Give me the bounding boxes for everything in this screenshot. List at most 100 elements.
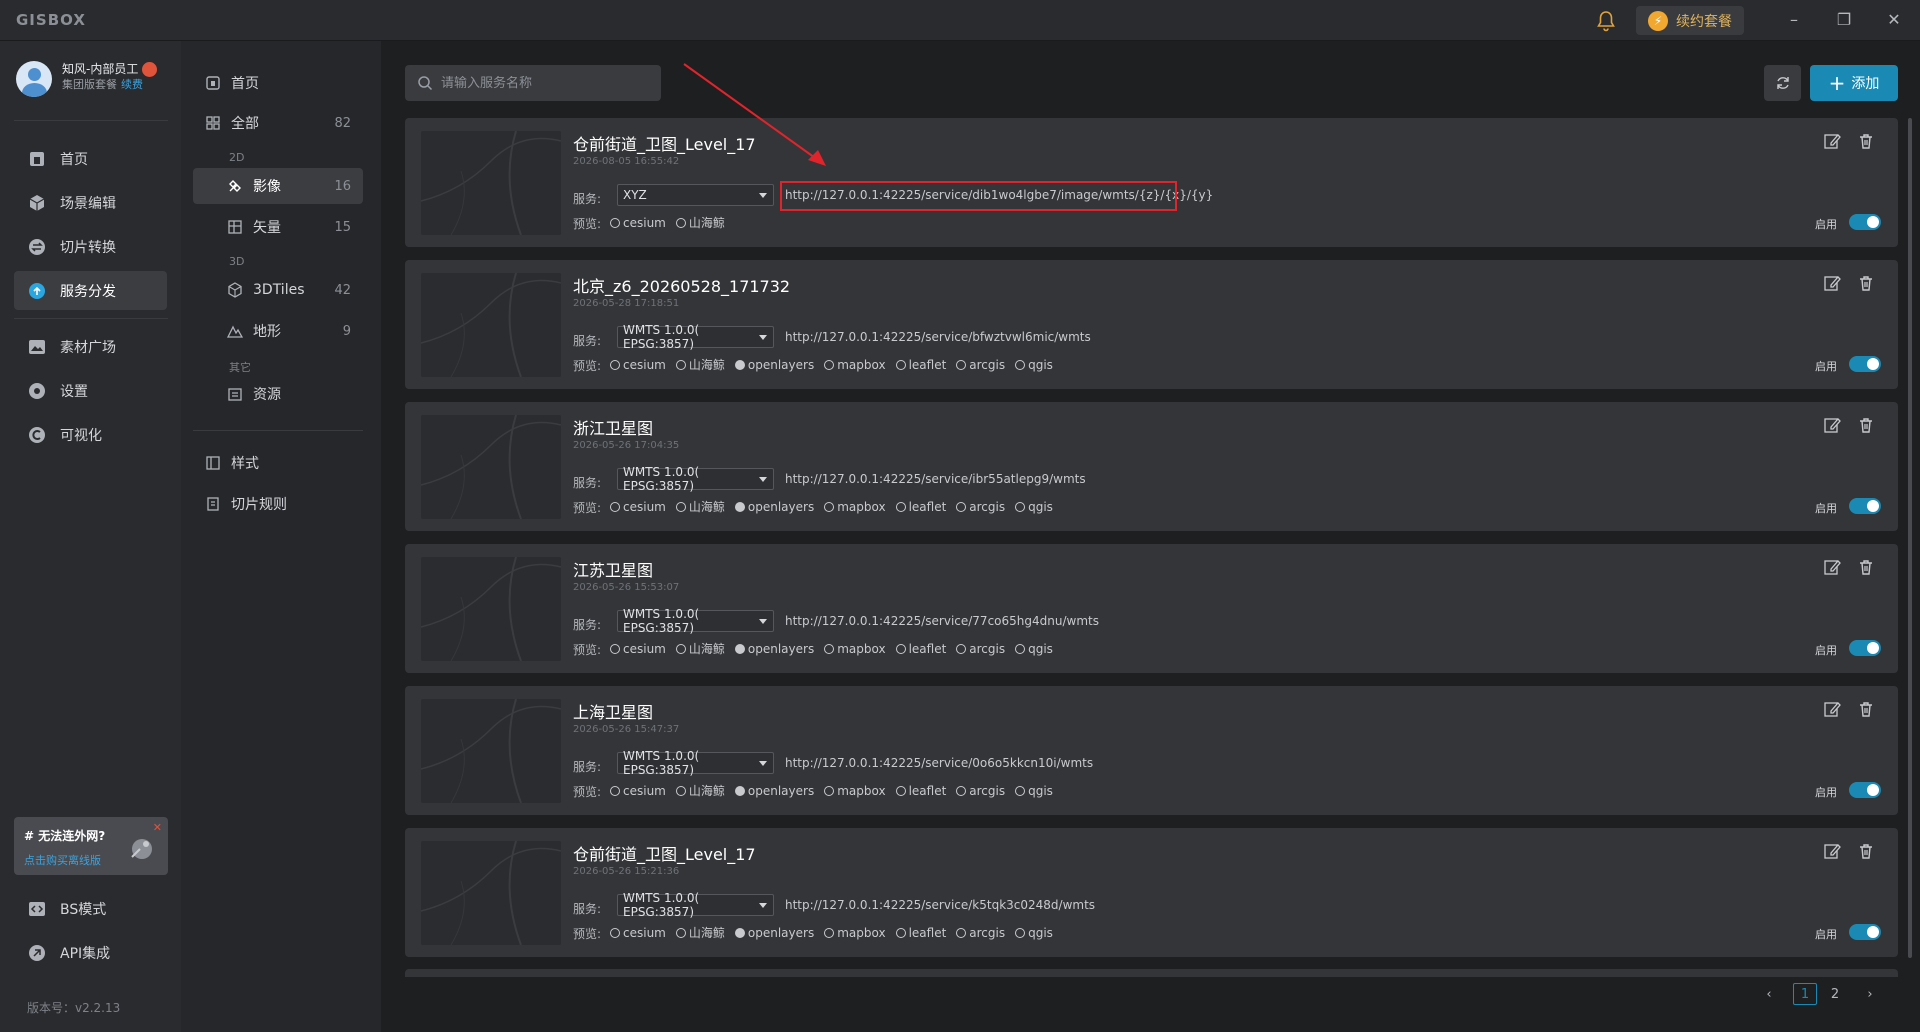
edit-icon[interactable] — [1823, 416, 1841, 434]
pagination-prev[interactable]: ‹ — [1757, 983, 1781, 1005]
preview-link-mapbox[interactable]: mapbox — [824, 924, 886, 941]
preview-link-qgis[interactable]: qgis — [1015, 640, 1053, 657]
avatar[interactable] — [16, 61, 52, 97]
pagination-next[interactable]: › — [1858, 983, 1882, 1005]
preview-link-leaflet[interactable]: leaflet — [895, 640, 946, 657]
enable-toggle[interactable] — [1849, 640, 1881, 656]
service-card[interactable]: 江苏卫星图 2026-05-26 15:53:07 服务: WMTS 1.0.0( E… — [405, 544, 1898, 673]
preview-link-shanhaijing[interactable]: 山海鲸 — [675, 924, 725, 941]
edit-icon[interactable] — [1823, 558, 1841, 576]
preview-link-arcgis[interactable]: arcgis — [956, 498, 1005, 515]
delete-icon[interactable] — [1857, 132, 1875, 150]
service-thumbnail[interactable] — [421, 131, 561, 235]
enable-toggle[interactable] — [1849, 782, 1881, 798]
service-type-select[interactable]: WMTS 1.0.0( EPSG:3857) — [617, 749, 774, 777]
category-resource[interactable]: 资源 — [193, 376, 363, 412]
service-type-select[interactable]: WMTS 1.0.0( EPSG:3857) — [617, 891, 774, 919]
preview-link-shanhaijing[interactable]: 山海鲸 — [675, 498, 725, 515]
renew-package-button[interactable]: ⚡ 续约套餐 — [1636, 6, 1744, 35]
category-style[interactable]: 样式 — [193, 445, 363, 481]
service-card[interactable]: 浙江卫星图 2026-05-26 17:04:35 服务: WMTS 1.0.0( E… — [405, 402, 1898, 531]
service-url[interactable]: http://127.0.0.1:42225/service/77co65hg4… — [785, 614, 1099, 628]
close-icon[interactable]: ✕ — [1882, 8, 1906, 32]
nav-item-service-publish[interactable]: 服务分发 — [14, 271, 167, 310]
service-card[interactable]: 上海卫星图 2026-05-26 15:47:37 服务: WMTS 1.0.0( E… — [405, 686, 1898, 815]
preview-link-shanhaijing[interactable]: 山海鲸 — [675, 782, 725, 799]
nav-item-home[interactable]: 首页 — [14, 139, 167, 178]
category-imagery[interactable]: 影像 16 — [193, 168, 363, 204]
preview-link-arcgis[interactable]: arcgis — [956, 782, 1005, 799]
service-type-select[interactable]: WMTS 1.0.0( EPSG:3857) — [617, 607, 774, 635]
add-service-button[interactable]: + 添加 — [1810, 65, 1898, 101]
pagination-page-1[interactable]: 1 — [1793, 983, 1817, 1005]
preview-link-shanhaijing[interactable]: 山海鲸 — [675, 214, 725, 231]
preview-link-shanhaijing[interactable]: 山海鲸 — [675, 356, 725, 373]
enable-toggle[interactable] — [1849, 498, 1881, 514]
edit-icon[interactable] — [1823, 274, 1841, 292]
service-thumbnail[interactable] — [421, 699, 561, 803]
preview-link-arcgis[interactable]: arcgis — [956, 924, 1005, 941]
enable-toggle[interactable] — [1849, 356, 1881, 372]
preview-link-mapbox[interactable]: mapbox — [824, 498, 886, 515]
preview-link-arcgis[interactable]: arcgis — [956, 356, 1005, 373]
enable-toggle[interactable] — [1849, 924, 1881, 940]
preview-link-mapbox[interactable]: mapbox — [824, 782, 886, 799]
nav-item-asset-square[interactable]: 素材广场 — [14, 327, 167, 366]
preview-link-qgis[interactable]: qgis — [1015, 782, 1053, 799]
preview-link-qgis[interactable]: qgis — [1015, 356, 1053, 373]
category-all[interactable]: 全部 82 — [193, 105, 363, 141]
service-url[interactable]: http://127.0.0.1:42225/service/ibr55atle… — [785, 472, 1086, 486]
preview-link-qgis[interactable]: qgis — [1015, 498, 1053, 515]
preview-link-cesium[interactable]: cesium — [610, 498, 666, 515]
delete-icon[interactable] — [1857, 274, 1875, 292]
renew-link[interactable]: 续费 — [121, 78, 143, 91]
delete-icon[interactable] — [1857, 416, 1875, 434]
preview-link-arcgis[interactable]: arcgis — [956, 640, 1005, 657]
minimize-icon[interactable]: – — [1782, 8, 1806, 32]
service-card[interactable]: 仓前街道_卫图_Level_17 2026-05-26 15:21:36 服务: WM… — [405, 828, 1898, 957]
preview-link-leaflet[interactable]: leaflet — [895, 782, 946, 799]
service-type-select[interactable]: XYZ — [617, 184, 774, 206]
search-box[interactable] — [405, 65, 661, 101]
category-home[interactable]: 首页 — [193, 65, 363, 101]
preview-link-qgis[interactable]: qgis — [1015, 924, 1053, 941]
preview-link-cesium[interactable]: cesium — [610, 356, 666, 373]
category-3dtiles[interactable]: 3DTiles 42 — [193, 272, 363, 308]
preview-link-openlayers[interactable]: openlayers — [734, 924, 814, 941]
preview-link-cesium[interactable]: cesium — [610, 924, 666, 941]
edit-icon[interactable] — [1823, 842, 1841, 860]
preview-link-mapbox[interactable]: mapbox — [824, 356, 886, 373]
user-profile[interactable]: 知风-内部员工 集团版套餐 续费 — [16, 61, 158, 97]
delete-icon[interactable] — [1857, 842, 1875, 860]
bell-icon[interactable] — [1594, 9, 1618, 33]
service-thumbnail[interactable] — [421, 841, 561, 945]
delete-icon[interactable] — [1857, 700, 1875, 718]
nav-item-scene-edit[interactable]: 场景编辑 — [14, 183, 167, 222]
preview-link-mapbox[interactable]: mapbox — [824, 640, 886, 657]
pagination-page-2[interactable]: 2 — [1823, 983, 1847, 1005]
offline-promo-card[interactable]: # 无法连外网? 点击购买离线版 ✕ — [14, 817, 168, 875]
restore-icon[interactable]: ❐ — [1832, 8, 1856, 32]
edit-icon[interactable] — [1823, 700, 1841, 718]
service-url[interactable]: http://127.0.0.1:42225/service/0o6o5kkcn… — [785, 756, 1093, 770]
preview-link-openlayers[interactable]: openlayers — [734, 782, 814, 799]
service-card[interactable]: 仓前街道_卫图_Level_17 2026-08-05 16:55:42 服务: XY… — [405, 118, 1898, 247]
delete-icon[interactable] — [1857, 558, 1875, 576]
service-type-select[interactable]: WMTS 1.0.0( EPSG:3857) — [617, 323, 774, 351]
preview-link-openlayers[interactable]: openlayers — [734, 640, 814, 657]
preview-link-shanhaijing[interactable]: 山海鲸 — [675, 640, 725, 657]
preview-link-openlayers[interactable]: openlayers — [734, 356, 814, 373]
nav-item-api[interactable]: API集成 — [14, 933, 167, 972]
preview-link-leaflet[interactable]: leaflet — [895, 924, 946, 941]
edit-icon[interactable] — [1823, 132, 1841, 150]
service-thumbnail[interactable] — [421, 273, 561, 377]
preview-link-leaflet[interactable]: leaflet — [895, 356, 946, 373]
message-badge-icon[interactable] — [142, 61, 158, 77]
category-terrain[interactable]: 地形 9 — [193, 313, 363, 349]
nav-item-bs-mode[interactable]: BS模式 — [14, 889, 167, 928]
nav-item-tile-convert[interactable]: 切片转换 — [14, 227, 167, 266]
promo-link[interactable]: 点击购买离线版 — [24, 852, 101, 868]
preview-link-cesium[interactable]: cesium — [610, 782, 666, 799]
preview-link-openlayers[interactable]: openlayers — [734, 498, 814, 515]
preview-link-cesium[interactable]: cesium — [610, 640, 666, 657]
